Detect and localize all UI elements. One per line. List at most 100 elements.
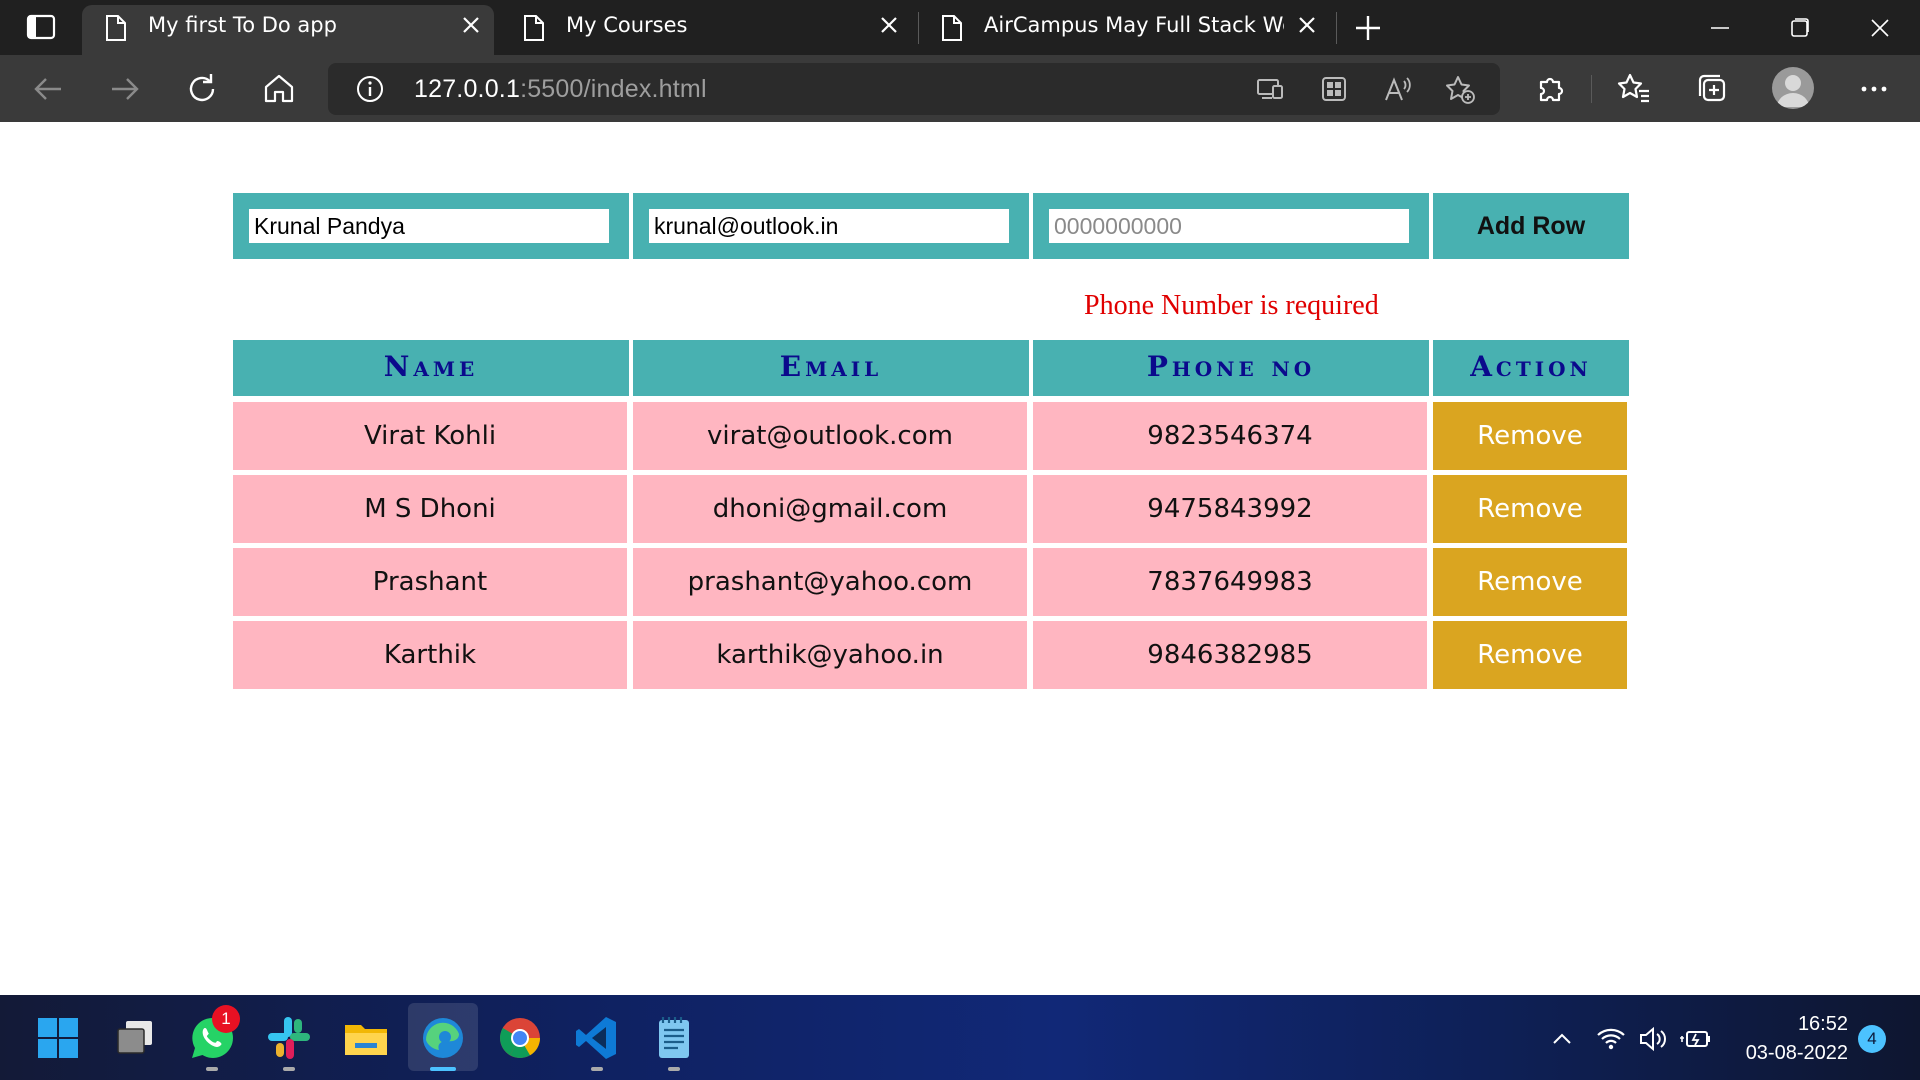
cell-email: virat@outlook.com	[633, 402, 1027, 470]
collections-icon[interactable]	[1692, 68, 1734, 110]
email-input[interactable]	[649, 209, 1009, 243]
address-bar[interactable]: 127.0.0.1:5500/index.html	[328, 63, 1500, 115]
tab-title: AirCampus May Full Stack Web D	[984, 13, 1284, 37]
tab-actions-icon[interactable]	[14, 10, 66, 46]
tab-aircampus[interactable]: AirCampus May Full Stack Web D	[918, 0, 1330, 55]
add-favorite-icon[interactable]	[1444, 73, 1476, 105]
close-tab-icon[interactable]	[460, 14, 482, 36]
cell-phone: 9475843992	[1033, 475, 1427, 543]
table-row: Karthik karthik@yahoo.in 9846382985 Remo…	[233, 621, 1629, 689]
close-window-icon[interactable]	[1850, 8, 1910, 48]
running-indicator	[668, 1067, 680, 1071]
cell-name: Karthik	[233, 621, 627, 689]
back-icon[interactable]	[27, 68, 69, 110]
minimize-icon[interactable]	[1690, 8, 1750, 48]
forward-icon[interactable]	[104, 68, 146, 110]
site-info-icon[interactable]	[354, 73, 386, 105]
toolbar-separator	[1591, 75, 1592, 103]
tab-title: My Courses	[566, 13, 688, 37]
header-action: Action	[1433, 340, 1629, 396]
read-aloud-icon[interactable]	[1382, 73, 1414, 105]
new-tab-icon[interactable]	[1352, 12, 1384, 44]
notification-count-badge[interactable]: 4	[1858, 1025, 1886, 1053]
show-hidden-icons-icon[interactable]	[1545, 1022, 1579, 1056]
home-icon[interactable]	[258, 68, 300, 110]
taskbar-app-chrome[interactable]	[495, 1013, 545, 1063]
tab-title: My first To Do app	[148, 13, 337, 37]
chrome-icon	[500, 1018, 540, 1058]
phone-input[interactable]	[1049, 209, 1409, 243]
wifi-icon[interactable]	[1594, 1022, 1628, 1056]
notepad-icon	[659, 1017, 689, 1058]
windows-start-icon	[38, 1018, 78, 1058]
table-row: Prashant prashant@yahoo.com 7837649983 R…	[233, 548, 1629, 616]
taskbar-app-vscode[interactable]	[572, 1013, 622, 1071]
app-available-icon[interactable]	[1254, 73, 1286, 105]
vscode-icon	[576, 1017, 616, 1059]
url-text[interactable]: 127.0.0.1:5500/index.html	[414, 75, 707, 104]
cell-phone: 7837649983	[1033, 548, 1427, 616]
favorites-icon[interactable]	[1613, 68, 1655, 110]
clock-date: 03-08-2022	[1745, 1042, 1848, 1064]
slack-icon	[268, 1017, 310, 1059]
page-icon	[106, 15, 126, 41]
remove-button[interactable]: Remove	[1433, 402, 1627, 470]
table-row: M S Dhoni dhoni@gmail.com 9475843992 Rem…	[233, 475, 1629, 543]
taskbar-app-notepad[interactable]	[649, 1013, 699, 1071]
name-field-cell	[233, 193, 629, 259]
clock-time: 16:52	[1797, 1013, 1848, 1035]
table-row: Virat Kohli virat@outlook.com 9823546374…	[233, 402, 1629, 470]
running-indicator	[283, 1067, 295, 1071]
remove-button[interactable]: Remove	[1433, 548, 1627, 616]
taskbar-app-file-explorer[interactable]	[341, 1013, 391, 1063]
phone-error-message: Phone Number is required	[1084, 290, 1379, 321]
close-tab-icon[interactable]	[878, 14, 900, 36]
more-options-icon[interactable]	[1853, 68, 1895, 110]
header-name: Name	[233, 340, 629, 396]
cell-name: Virat Kohli	[233, 402, 627, 470]
task-view-button[interactable]	[110, 1013, 160, 1063]
running-indicator	[206, 1067, 218, 1071]
header-email: Email	[633, 340, 1029, 396]
battery-icon[interactable]	[1679, 1022, 1713, 1056]
refresh-icon[interactable]	[181, 68, 223, 110]
add-row-form: Add Row	[233, 193, 1629, 259]
email-field-cell	[633, 193, 1029, 259]
header-phone: Phone no	[1033, 340, 1429, 396]
tab-my-courses[interactable]: My Courses	[500, 0, 912, 55]
start-button[interactable]	[33, 1013, 83, 1063]
restore-icon[interactable]	[1770, 8, 1830, 48]
url-path: :5500/index.html	[520, 75, 707, 103]
immersive-reader-icon[interactable]	[1318, 73, 1350, 105]
task-view-icon	[117, 1021, 152, 1054]
cell-phone: 9823546374	[1033, 402, 1427, 470]
close-tab-icon[interactable]	[1296, 14, 1318, 36]
extensions-icon[interactable]	[1529, 68, 1571, 110]
system-clock[interactable]: 16:52 03-08-2022	[1746, 1010, 1848, 1068]
browser-toolbar: 127.0.0.1:5500/index.html	[0, 55, 1920, 122]
cell-email: dhoni@gmail.com	[633, 475, 1027, 543]
windows-taskbar	[0, 995, 1920, 1080]
tab-separator	[1336, 12, 1337, 44]
cell-name: M S Dhoni	[233, 475, 627, 543]
taskbar-app-edge[interactable]	[418, 1013, 468, 1071]
remove-button[interactable]: Remove	[1433, 475, 1627, 543]
profile-avatar[interactable]	[1772, 67, 1814, 109]
cell-email: prashant@yahoo.com	[633, 548, 1027, 616]
user-icon	[1777, 75, 1809, 107]
running-indicator	[430, 1067, 456, 1071]
url-host: 127.0.0.1	[414, 75, 521, 103]
page-icon	[524, 15, 544, 41]
volume-icon[interactable]	[1636, 1022, 1670, 1056]
cell-phone: 9846382985	[1033, 621, 1427, 689]
name-input[interactable]	[249, 209, 609, 243]
tab-my-first-todo-app[interactable]: My first To Do app	[82, 5, 494, 55]
edge-icon	[423, 1018, 463, 1058]
cell-email: karthik@yahoo.in	[633, 621, 1027, 689]
add-row-button[interactable]: Add Row	[1433, 193, 1629, 259]
taskbar-app-slack[interactable]	[264, 1013, 314, 1071]
remove-button[interactable]: Remove	[1433, 621, 1627, 689]
file-explorer-icon	[345, 1025, 387, 1055]
table-header: Name Email Phone no Action	[233, 340, 1629, 396]
running-indicator	[591, 1067, 603, 1071]
